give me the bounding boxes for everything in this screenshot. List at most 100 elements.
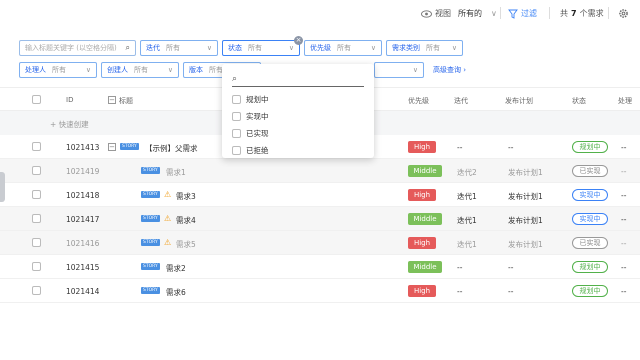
priority-badge[interactable]: Middle [408,165,442,177]
row-id: 1021413 [66,143,100,152]
row-title[interactable]: 需求6 [166,287,186,298]
collapse-all-icon[interactable]: − [108,96,116,104]
chevron-down-icon: ∨ [85,66,91,74]
quick-create-label: + 快速创建 [50,120,89,129]
hidden-filter[interactable]: ∨ [374,62,424,78]
row-id: 1021418 [66,191,100,200]
table-row[interactable]: 1021414 STORY 需求6 High -- -- 规划中 -- [0,279,640,303]
status-badge[interactable]: 规划中 [572,261,608,273]
option-implementing[interactable]: 实现中 [232,110,269,122]
row-iteration: 迭代1 [457,240,477,249]
option-checkbox[interactable] [232,145,241,155]
filter-icon [508,9,518,19]
row-release: -- [508,263,514,272]
priority-badge[interactable]: High [408,141,436,153]
row-title[interactable]: 【示例】父需求 [145,143,198,154]
row-title[interactable]: 需求2 [166,263,186,274]
row-checkbox[interactable] [32,238,41,247]
warning-icon: ⚠ [164,238,172,247]
status-badge[interactable]: 实现中 [572,189,608,201]
row-release: 发布计划1 [508,216,543,225]
creator-filter-label: 创建人 [107,66,128,74]
search-icon: ⌕ [232,74,238,84]
row-checkbox[interactable] [32,190,41,199]
row-handler: -- [621,143,627,152]
row-title[interactable]: 需求1 [166,167,186,178]
priority-badge[interactable]: High [408,189,436,201]
iteration-filter-value: 所有 [166,44,180,52]
status-badge[interactable]: 已实现 [572,237,608,249]
table-row[interactable]: 1021415 STORY 需求2 Middle -- -- 规划中 -- [0,255,640,279]
row-title[interactable]: 需求4 [176,215,196,226]
dropdown-search-input[interactable]: ⌕ [232,72,364,87]
warning-icon: ⚠ [164,214,172,223]
row-title[interactable]: 需求5 [176,239,196,250]
row-iteration: -- [457,287,463,296]
option-implemented[interactable]: 已实现 [232,127,269,139]
row-checkbox[interactable] [32,142,41,151]
option-rejected[interactable]: 已拒绝 [232,144,269,156]
row-checkbox[interactable] [32,262,41,271]
search-input[interactable]: 输入标题关键字 (以空格分隔) ⌕ [19,40,136,56]
iteration-filter[interactable]: 迭代 所有 ∨ [140,40,218,56]
option-checkbox[interactable] [232,111,241,121]
row-title[interactable]: 需求3 [176,191,196,202]
priority-filter[interactable]: 优先级 所有 ∨ [304,40,382,56]
table-row[interactable]: 1021416 STORY ⚠ 需求5 High 迭代1 发布计划1 已实现 -… [0,231,640,255]
row-iteration: 迭代1 [457,216,477,225]
priority-badge[interactable]: Middle [408,261,442,273]
story-tag: STORY [141,239,160,246]
row-id: 1021417 [66,215,100,224]
table-row[interactable]: 1021419 STORY 需求1 Middle 迭代2 发布计划1 已实现 -… [0,159,640,183]
search-placeholder: 输入标题关键字 (以空格分隔) [25,44,117,52]
option-label: 规划中 [246,94,269,104]
advanced-query-link[interactable]: 高级查询 › [433,65,466,75]
view-label: 视图 [435,9,451,18]
column-iteration: 迭代 [454,97,468,105]
row-handler: -- [621,191,627,200]
search-icon: ⌕ [125,43,130,52]
column-priority: 优先级 [408,97,429,105]
state-filter[interactable]: 状态 所有 ∨ [222,40,300,56]
handler-filter-label: 处理人 [25,66,46,74]
chevron-down-icon: ∨ [370,44,376,52]
option-checkbox[interactable] [232,128,241,138]
priority-badge[interactable]: High [408,237,436,249]
priority-badge[interactable]: Middle [408,213,442,225]
creator-filter[interactable]: 创建人 所有 ∨ [101,62,179,78]
top-toolbar: 视图 所有的 ∨ 过滤 共 7 个需求 [0,0,640,28]
chevron-down-icon: ∨ [167,66,173,74]
handler-filter[interactable]: 处理人 所有 ∨ [19,62,97,78]
row-id: 1021419 [66,167,100,176]
row-checkbox[interactable] [32,166,41,175]
select-all-checkbox[interactable] [32,95,41,104]
column-handler: 处理 [618,97,632,105]
row-checkbox[interactable] [32,214,41,223]
filter-toggle-button[interactable]: 过滤 [508,8,537,19]
view-selector[interactable]: 视图 所有的 ∨ [421,8,497,19]
status-badge[interactable]: 规划中 [572,285,608,297]
chevron-down-icon: ∨ [412,66,418,74]
column-id: ID [66,96,74,104]
table-row[interactable]: 1021417 STORY ⚠ 需求4 Middle 迭代1 发布计划1 实现中… [0,207,640,231]
option-planning[interactable]: 规划中 [232,93,269,105]
priority-badge[interactable]: High [408,285,436,297]
side-panel-handle[interactable] [0,172,5,202]
category-filter[interactable]: 需求类别 所有 ∨ [386,40,463,56]
status-badge[interactable]: 已实现 [572,165,608,177]
settings-button[interactable] [618,8,629,19]
option-label: 已实现 [246,128,269,138]
clear-filter-icon[interactable]: × [294,36,303,45]
option-checkbox[interactable] [232,94,241,104]
row-id: 1021414 [66,287,100,296]
row-checkbox[interactable] [32,286,41,295]
status-badge[interactable]: 规划中 [572,141,608,153]
row-iteration: 迭代2 [457,168,477,177]
collapse-row-icon[interactable]: − [108,143,116,151]
column-title: 标题 [119,97,133,105]
status-badge[interactable]: 实现中 [572,213,608,225]
count-suffix: 个需求 [579,9,604,18]
table-row[interactable]: 1021418 STORY ⚠ 需求3 High 迭代1 发布计划1 实现中 -… [0,183,640,207]
row-iteration: 迭代1 [457,192,477,201]
row-release: 发布计划1 [508,240,543,249]
